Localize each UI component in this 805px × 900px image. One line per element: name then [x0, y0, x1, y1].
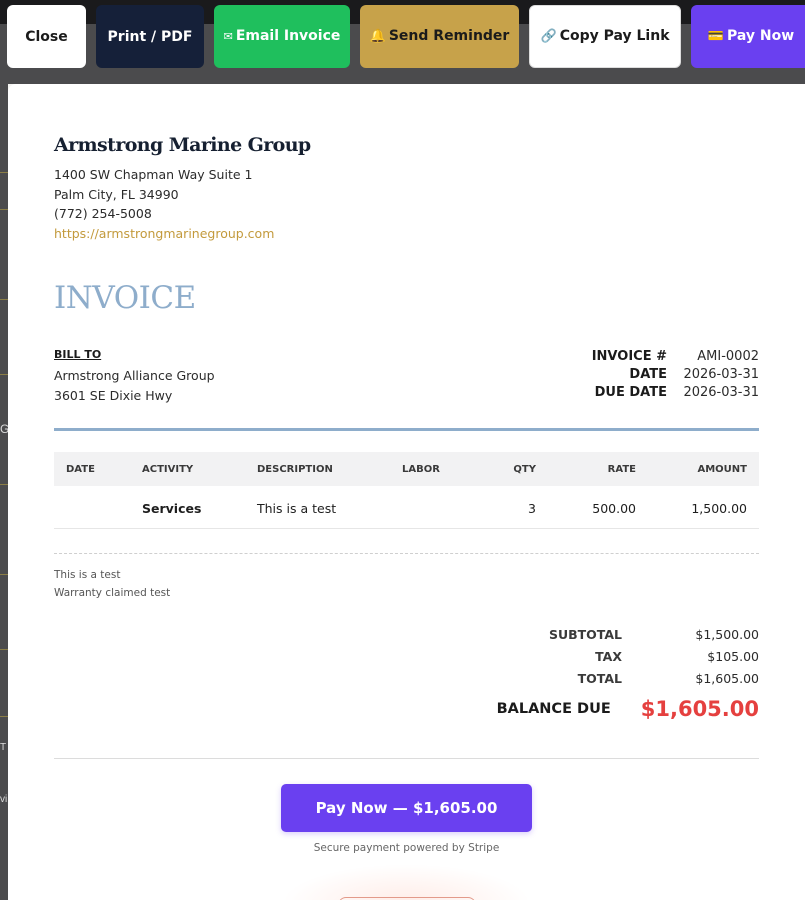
invoice-modal: Armstrong Marine Group 1400 SW Chapman W… [8, 84, 805, 900]
column-header-labor: LABOR [402, 464, 440, 475]
line-items-header: DATE ACTIVITY DESCRIPTION LABOR QTY RATE… [54, 452, 759, 486]
background-text-fragment: T [0, 742, 7, 753]
invoice-number-row: INVOICE # AMI-0002 [459, 347, 759, 365]
tax-value: $105.00 [707, 648, 759, 664]
invoice-date-row: DATE 2026-03-31 [459, 365, 759, 383]
column-header-description: DESCRIPTION [257, 464, 333, 475]
pay-now-button[interactable]: Pay Now — $1,605.00 [281, 784, 532, 832]
invoice-heading: INVOICE [54, 280, 196, 316]
send-reminder-button[interactable]: 🔔 Send Reminder [360, 5, 519, 68]
bill-to-address: 3601 SE Dixie Hwy [54, 388, 173, 403]
company-phone: (772) 254-5008 [54, 206, 152, 221]
link-icon: 🔗 [540, 29, 557, 44]
print-pdf-button[interactable]: Print / PDF [96, 5, 204, 68]
close-button[interactable]: Close [7, 5, 86, 68]
due-date-row: DUE DATE 2026-03-31 [459, 383, 759, 401]
header-divider [54, 428, 759, 431]
invoice-meta: INVOICE # AMI-0002 DATE 2026-03-31 DUE D… [459, 347, 759, 401]
row-rate: 500.00 [592, 501, 636, 516]
table-row: Services This is a test 3 500.00 1,500.0… [54, 486, 759, 529]
envelope-icon: ✉ [223, 30, 233, 43]
page-backdrop-left: G T vi [0, 84, 9, 900]
totals-divider [54, 758, 759, 759]
secure-payment-note: Secure payment powered by Stripe [313, 842, 500, 854]
row-qty: 3 [528, 501, 536, 516]
row-description: This is a test [257, 501, 337, 516]
tax-label: TAX [595, 648, 622, 664]
totals-block: SUBTOTAL $1,500.00 TAX $105.00 TOTAL $1,… [459, 623, 759, 689]
balance-due-label: BALANCE DUE [496, 701, 611, 717]
copy-pay-link-button[interactable]: 🔗 Copy Pay Link [529, 5, 681, 68]
company-name: Armstrong Marine Group [54, 134, 311, 156]
total-label: TOTAL [577, 670, 622, 686]
credit-card-icon: 💳 [707, 29, 724, 44]
row-activity: Services [142, 501, 202, 516]
balance-due-row: BALANCE DUE $1,605.00 [497, 697, 759, 721]
row-amount: 1,500.00 [691, 501, 747, 516]
meta-key: DATE [629, 366, 667, 382]
invoice-number-value: AMI-0002 [697, 348, 759, 364]
column-header-amount: AMOUNT [697, 464, 747, 475]
column-header-date: DATE [66, 464, 95, 475]
column-header-qty: QTY [513, 464, 536, 475]
bill-to-name: Armstrong Alliance Group [54, 368, 215, 383]
invoice-date-value: 2026-03-31 [683, 366, 759, 382]
meta-key: INVOICE # [591, 348, 667, 364]
balance-due-value: $1,605.00 [640, 697, 759, 721]
company-website-link[interactable]: https://armstrongmarinegroup.com [54, 226, 274, 241]
invoice-action-toolbar: Close Print / PDF ✉ Email Invoice 🔔 Send R… [0, 0, 805, 76]
due-date-value: 2026-03-31 [683, 384, 759, 400]
total-value: $1,605.00 [695, 670, 759, 686]
invoice-note: This is a test [54, 569, 121, 581]
bill-to-label: BILL TO [54, 348, 102, 361]
bell-icon: 🔔 [369, 29, 386, 44]
total-row: TOTAL $1,605.00 [459, 667, 759, 689]
email-invoice-button[interactable]: ✉ Email Invoice [214, 5, 350, 68]
subtotal-label: SUBTOTAL [548, 626, 622, 642]
tax-row: TAX $105.00 [459, 645, 759, 667]
pay-now-toolbar-button[interactable]: 💳 Pay Now [691, 5, 805, 68]
background-text-fragment: vi [0, 794, 8, 805]
company-address-line2: Palm City, FL 34990 [54, 187, 179, 202]
subtotal-row: SUBTOTAL $1,500.00 [459, 623, 759, 645]
column-header-rate: RATE [607, 464, 636, 475]
items-divider [54, 553, 759, 554]
company-address-line1: 1400 SW Chapman Way Suite 1 [54, 167, 253, 182]
subtotal-value: $1,500.00 [695, 626, 759, 642]
invoice-note: Warranty claimed test [54, 587, 171, 599]
button-glow [281, 864, 532, 900]
column-header-activity: ACTIVITY [142, 464, 194, 475]
meta-key: DUE DATE [594, 384, 667, 400]
